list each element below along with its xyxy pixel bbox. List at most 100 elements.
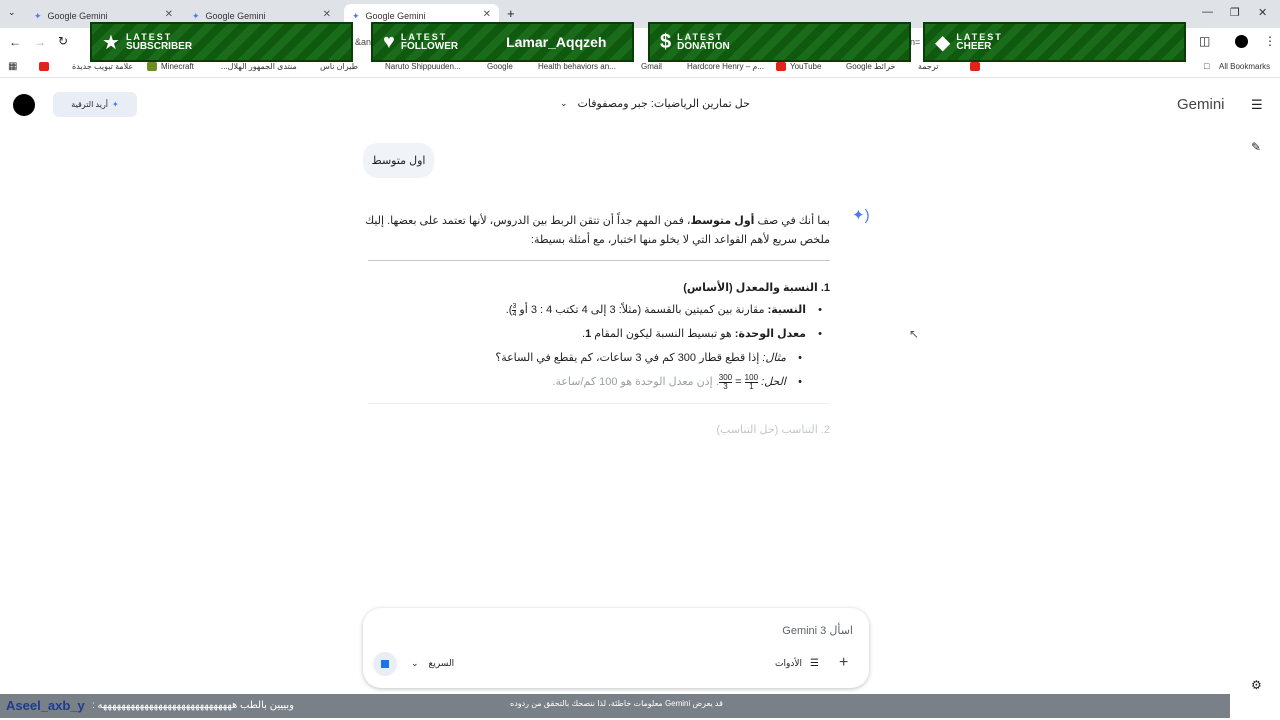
back-icon[interactable]: ← xyxy=(9,35,21,49)
ratio-text-end: ). xyxy=(505,304,513,316)
youtube-icon[interactable] xyxy=(39,62,49,71)
chevron-down-icon: ⌄ xyxy=(560,98,568,108)
unit-rate-label: معدل الوحدة: xyxy=(734,328,806,340)
gemini-favicon-icon: ✦ xyxy=(34,10,42,21)
solution-fraction-1: 100 1 xyxy=(744,373,759,391)
solution-text: . إذن معدل الوحدة هو xyxy=(617,376,719,388)
intro-text-cont: ، فمن المهم جداً أن تتقن الربط بين الدرو… xyxy=(365,215,691,227)
minecraft-icon xyxy=(147,62,157,71)
bookmark-item[interactable]: Gmail xyxy=(641,62,662,71)
equals-sign: = xyxy=(735,376,742,388)
menu-dots-icon[interactable]: ⋮ xyxy=(1264,34,1276,48)
tab-close-icon[interactable]: ✕ xyxy=(323,9,331,20)
conversation-title: حل تمارين الرياضيات: جبر ومصفوفات xyxy=(577,98,750,110)
example-label: مثال: xyxy=(762,352,786,364)
bookmark-item[interactable]: خرائط Google xyxy=(846,62,895,71)
account-avatar[interactable] xyxy=(13,94,35,116)
banner-sublabel: SUBSCRIBER xyxy=(125,40,193,52)
sub-bullet-solution: • الحل: 100 1 = 300 3. إذن معدل الوحدة هو … xyxy=(552,373,802,392)
solution-fraction-2: 300 3 xyxy=(718,373,733,391)
prompt-input[interactable]: اسأل Gemini 3 xyxy=(782,624,853,637)
section-title-text: 2. التناسب (حل التناسب) xyxy=(716,424,830,436)
bullet-dot: • xyxy=(818,328,822,340)
chevron-down-icon: ⌄ xyxy=(411,658,419,668)
tab-close-icon[interactable]: ✕ xyxy=(165,9,173,20)
diamond-icon: ◆ xyxy=(935,31,951,54)
follower-name: Lamar_Aqqzeh xyxy=(506,34,607,50)
bullet-unit-rate: • معدل الوحدة: هو تبسيط النسبة ليكون الم… xyxy=(582,325,822,344)
menu-icon[interactable]: ☰ xyxy=(1251,97,1263,113)
bookmark-item[interactable]: منتدى الجمهور الهلال... xyxy=(221,62,297,71)
profile-avatar[interactable] xyxy=(1235,35,1248,48)
latest-subscriber-banner: ★ LATEST SUBSCRIBER xyxy=(90,22,353,62)
address-bar-fragment-right[interactable]: n= xyxy=(910,37,920,47)
add-plus-icon[interactable]: + xyxy=(839,654,848,672)
latest-cheer-banner: ◆ LATEST CHEER xyxy=(923,22,1186,62)
user-message-bubble: اول متوسط xyxy=(363,143,434,178)
all-bookmarks-button[interactable]: All Bookmarks xyxy=(1219,62,1270,71)
bookmark-item[interactable]: Google xyxy=(487,62,513,71)
model-label: السريع xyxy=(428,658,455,668)
bookmark-item[interactable]: ترجمة xyxy=(918,62,939,71)
restore-icon[interactable]: ❐ xyxy=(1230,6,1240,19)
new-chat-icon[interactable]: ✎ xyxy=(1251,140,1261,154)
section-title-text: 1. النسبة والمعدل (الأساس) xyxy=(683,282,830,294)
apps-grid-icon[interactable]: ▦ xyxy=(8,61,17,72)
bookmark-item[interactable]: YouTube xyxy=(790,62,821,71)
intro-line-1: بما أنك في صف أول متوسط، فمن المهم جداً … xyxy=(360,212,830,231)
bookmark-item[interactable]: Hardcore Henry – م... xyxy=(687,62,764,71)
bookmark-item[interactable]: علامة تبويب جديدة xyxy=(72,62,133,71)
new-tab-button[interactable]: + xyxy=(507,6,515,21)
section-2-title: 2. التناسب (حل التناسب) xyxy=(716,421,830,440)
tools-button[interactable]: الأدوات ☰ xyxy=(775,658,819,669)
upgrade-button[interactable]: ✦ أريد الترقية xyxy=(53,92,137,117)
banner-sublabel: CHEER xyxy=(956,40,992,52)
folder-icon: □ xyxy=(1204,61,1210,71)
unit-rate-text: هو تبسيط النسبة ليكون المقام xyxy=(591,328,735,340)
minimize-icon[interactable]: — xyxy=(1202,6,1213,18)
mouse-cursor-icon: ↖ xyxy=(909,327,920,341)
model-selector[interactable]: ⌄ السريع xyxy=(411,658,454,669)
solution-label: الحل: xyxy=(761,376,786,388)
close-window-icon[interactable]: ✕ xyxy=(1258,6,1267,19)
star-icon: ★ xyxy=(102,31,120,54)
address-bar-fragment[interactable]: &an xyxy=(355,37,371,47)
youtube-icon xyxy=(776,62,786,71)
divider xyxy=(368,403,830,404)
bullet-ratio: • النسبة: مقارنة بين كميتين بالقسمة (مثل… xyxy=(505,301,822,320)
gemini-brand[interactable]: Gemini xyxy=(1177,96,1225,113)
upgrade-label: أريد الترقية xyxy=(71,100,109,109)
stream-chat-overlay: Aseel_axb_y وبييين بالطب ههههههههههههههه… xyxy=(0,694,1230,718)
response-intro: بما أنك في صف أول متوسط، فمن المهم جداً … xyxy=(360,212,830,250)
stop-button[interactable] xyxy=(373,652,397,676)
tab-search-icon[interactable]: ⌄ xyxy=(8,7,16,18)
ratio-label: النسبة: xyxy=(767,304,806,316)
youtube-icon[interactable] xyxy=(970,62,980,71)
intro-text: بما أنك في صف xyxy=(754,215,831,227)
extensions-icon[interactable]: ◫ xyxy=(1199,34,1210,48)
bookmark-item[interactable]: طيران ناس xyxy=(320,62,358,71)
chat-username: Aseel_axb_y xyxy=(6,698,85,713)
disclaimer: قد يعرض Gemini معلومات خاطئة، لذا ننصحك … xyxy=(510,699,723,708)
sparkle-icon: ✦ xyxy=(112,100,119,109)
stop-square-icon xyxy=(381,660,389,668)
bookmark-item[interactable]: Minecraft xyxy=(161,62,194,71)
dollar-icon: $ xyxy=(660,30,672,53)
heart-icon: ♥ xyxy=(383,30,395,53)
settings-gear-icon[interactable]: ⚙ xyxy=(1251,678,1262,692)
forward-icon[interactable]: → xyxy=(34,35,46,49)
user-message-text: اول متوسط xyxy=(371,155,426,167)
conversation-title-dropdown[interactable]: ⌄ حل تمارين الرياضيات: جبر ومصفوفات xyxy=(560,97,750,110)
tab-title: Google Gemini xyxy=(47,11,108,21)
sub-bullet-example: • مثال: إذا قطع قطار 300 كم في 3 ساعات، … xyxy=(495,349,802,368)
bookmark-item[interactable]: Health behaviors an... xyxy=(538,62,616,71)
bullet-dot: • xyxy=(818,304,822,316)
example-text: إذا قطع قطار 300 كم في 3 ساعات، كم يقطع … xyxy=(495,352,763,364)
tools-label: الأدوات xyxy=(775,658,802,668)
app-window: ⌄ ✦ Google Gemini ✕ ✦ Google Gemini ✕ ✦ … xyxy=(0,0,1280,720)
tab-title: Google Gemini xyxy=(205,11,266,21)
reload-icon[interactable]: ↻ xyxy=(58,34,68,48)
bookmark-item[interactable]: Naruto Shippuuden... xyxy=(385,62,461,71)
intro-bold: أول متوسط xyxy=(690,215,755,227)
tab-close-icon[interactable]: ✕ xyxy=(483,9,491,20)
